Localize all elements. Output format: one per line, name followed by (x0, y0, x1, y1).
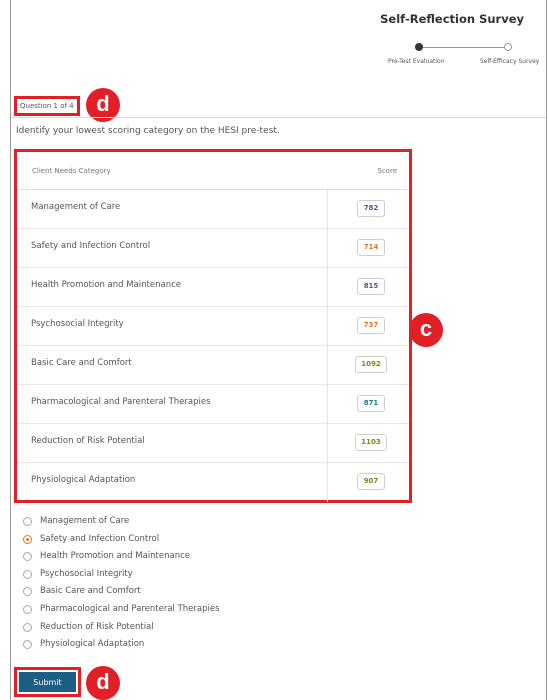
row-category: Basic Care and Comfort (31, 358, 132, 368)
answer-option[interactable]: Safety and Infection Control (23, 533, 323, 547)
table-row: Reduction of Risk Potential 1103 (17, 424, 409, 463)
row-score-badge: 1092 (355, 356, 387, 373)
answer-option-label: Basic Care and Comfort (40, 586, 141, 597)
table-row: Safety and Infection Control 714 (17, 229, 409, 268)
step-dot-inactive-icon (504, 43, 512, 51)
radio-icon[interactable] (23, 552, 32, 562)
row-score-badge: 871 (357, 395, 385, 412)
header-divider (11, 117, 546, 118)
row-separator (327, 229, 328, 268)
step-dot-active-icon (415, 43, 423, 51)
row-separator (327, 424, 328, 463)
radio-icon[interactable] (23, 622, 32, 632)
row-separator (327, 268, 328, 307)
row-category: Psychosocial Integrity (31, 319, 124, 329)
radio-icon[interactable] (23, 640, 32, 650)
question-prompt: Identify your lowest scoring category on… (16, 126, 280, 136)
answer-option[interactable]: Psychosocial Integrity (23, 568, 323, 582)
radio-selected-icon[interactable] (23, 534, 32, 544)
table-row: Basic Care and Comfort 1092 (17, 346, 409, 385)
row-separator (327, 463, 328, 502)
row-score-badge: 737 (357, 317, 385, 334)
radio-icon[interactable] (23, 517, 32, 526)
row-score-badge: 1103 (355, 434, 387, 451)
stepper-line (419, 47, 507, 48)
row-category: Reduction of Risk Potential (31, 436, 145, 446)
answer-option-label: Health Promotion and Maintenance (40, 551, 190, 562)
radio-icon[interactable] (23, 587, 32, 597)
answer-option-label: Psychosocial Integrity (40, 568, 133, 579)
row-separator (327, 307, 328, 346)
row-separator (327, 346, 328, 385)
row-score-badge: 714 (357, 239, 385, 256)
row-score-badge: 907 (357, 473, 385, 490)
radio-icon[interactable] (23, 605, 32, 614)
table-header: Client Needs Category Score (17, 152, 409, 190)
annotation-badge-d-bottom: d (86, 666, 120, 700)
answer-option-label: Reduction of Risk Potential (40, 621, 154, 632)
survey-title: Self-Reflection Survey (380, 12, 524, 26)
answer-option-label: Pharmacological and Parenteral Therapies (40, 604, 220, 614)
answer-option[interactable]: Reduction of Risk Potential (23, 621, 323, 635)
answer-option[interactable]: Pharmacological and Parenteral Therapies (23, 603, 323, 617)
question-counter: Question 1 of 4 (14, 96, 80, 116)
table-row: Health Promotion and Maintenance 815 (17, 268, 409, 307)
step-label-self-efficacy: Self-Efficacy Survey (480, 58, 540, 65)
column-header-category: Client Needs Category (32, 167, 111, 175)
column-header-score: Score (377, 167, 397, 175)
score-table: Client Needs Category Score Management o… (14, 149, 412, 503)
row-separator (327, 190, 328, 229)
row-category: Physiological Adaptation (31, 475, 136, 485)
radio-icon[interactable] (23, 569, 32, 579)
table-row: Management of Care 782 (17, 190, 409, 229)
answer-option[interactable]: Basic Care and Comfort (23, 585, 323, 599)
annotation-badge-c: c (409, 313, 443, 347)
answer-option[interactable]: Health Promotion and Maintenance (23, 550, 323, 564)
answer-option-label: Safety and Infection Control (40, 533, 160, 544)
submit-button[interactable]: Submit (19, 672, 76, 692)
answer-option[interactable]: Physiological Adaptation (23, 638, 323, 652)
submit-highlight: Submit (14, 667, 81, 697)
answer-option[interactable]: Management of Care (23, 515, 323, 529)
row-separator (327, 385, 328, 424)
progress-stepper: Pre-Test Evaluation Self-Efficacy Survey (380, 40, 540, 70)
row-category: Safety and Infection Control (31, 241, 151, 251)
row-category: Health Promotion and Maintenance (31, 280, 181, 290)
row-category: Pharmacological and Parenteral Therapies (31, 397, 211, 407)
answer-option-label: Physiological Adaptation (40, 639, 145, 650)
table-row: Psychosocial Integrity 737 (17, 307, 409, 346)
row-score-badge: 815 (357, 278, 385, 295)
step-label-pretest: Pre-Test Evaluation (388, 58, 445, 65)
table-row: Pharmacological and Parenteral Therapies… (17, 385, 409, 424)
row-category: Management of Care (31, 202, 121, 212)
answer-option-label: Management of Care (40, 516, 130, 526)
table-row: Physiological Adaptation 907 (17, 463, 409, 502)
row-score-badge: 782 (357, 200, 385, 217)
